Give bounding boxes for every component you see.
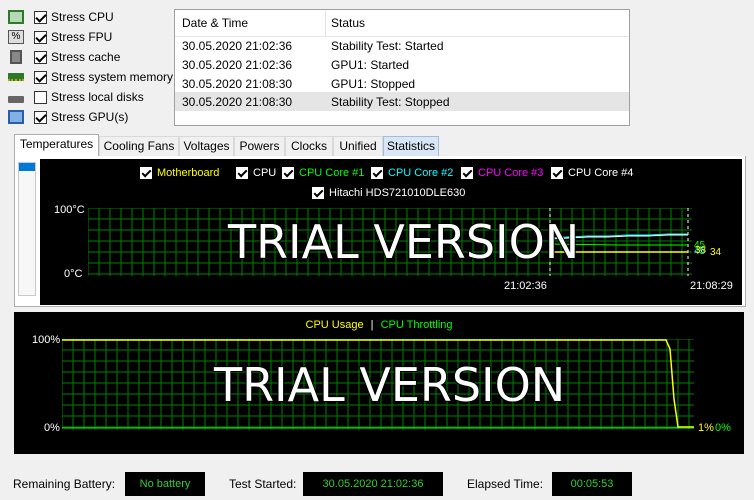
legend-cpu-core-3[interactable]: CPU Core #3 <box>461 167 543 179</box>
cpu-usage-graph: CPU Usage | CPU Throttling 100% 0% TRIAL… <box>14 312 744 454</box>
tab-temperatures[interactable]: Temperatures <box>14 134 99 157</box>
reading-motherboard: 38 <box>695 245 707 256</box>
legend-cpu-core-4[interactable]: CPU Core #4 <box>551 167 633 179</box>
row-status: GPU1: Stopped <box>331 77 416 91</box>
stress-cpu-checkbox[interactable] <box>34 10 47 24</box>
stress-fpu-checkbox[interactable] <box>34 30 47 44</box>
stress-gpu-label: Stress GPU(s) <box>51 110 129 124</box>
x-axis-start-label: 21:02:36 <box>504 280 547 292</box>
legend-label: CPU Core #4 <box>568 167 634 179</box>
x-axis-end-label: 21:08:29 <box>690 280 733 292</box>
y-axis-bottom-label: 0°C <box>64 268 83 280</box>
trial-watermark: TRIAL VERSION <box>213 358 565 412</box>
row-datetime: 30.05.2020 21:02:36 <box>182 39 293 53</box>
test-started-label: Test Started: <box>229 477 297 491</box>
tab-statistics[interactable]: Statistics <box>383 136 439 156</box>
legend-label: Hitachi HDS721010DLE630 <box>329 187 466 199</box>
legend-cpu-core-1[interactable]: CPU Core #1 <box>282 167 364 179</box>
row-datetime: 30.05.2020 21:08:30 <box>182 77 293 91</box>
row-status: Stability Test: Stopped <box>331 95 450 109</box>
trial-watermark: TRIAL VERSION <box>227 215 579 269</box>
legend-separator: | <box>370 319 374 331</box>
cpu-usage-value: 1% <box>698 422 714 434</box>
table-row[interactable]: 30.05.2020 21:02:36 GPU1: Started <box>175 55 629 74</box>
legend-label: CPU Core #1 <box>299 167 365 179</box>
legend-cpu-usage[interactable]: CPU Usage <box>306 319 364 331</box>
stress-cache-option[interactable]: Stress cache <box>8 48 120 66</box>
stress-disks-checkbox[interactable] <box>34 90 47 104</box>
memory-icon <box>8 73 24 81</box>
stress-memory-option[interactable]: Stress system memory <box>8 68 173 86</box>
cpu-throttling-value: 0% <box>715 422 731 434</box>
legend-cpu-throttling[interactable]: CPU Throttling <box>381 319 453 331</box>
tab-powers[interactable]: Powers <box>234 136 285 156</box>
scrollbar-thumb[interactable] <box>19 163 35 171</box>
legend-hitachi-disk[interactable]: Hitachi HDS721010DLE630 <box>312 187 465 199</box>
tab-unified[interactable]: Unified <box>333 136 383 156</box>
legend-label: CPU <box>253 167 277 179</box>
cache-icon <box>10 50 22 64</box>
stress-cpu-option[interactable]: Stress CPU <box>8 8 114 26</box>
stress-disks-option[interactable]: Stress local disks <box>8 88 144 106</box>
tab-cooling-fans[interactable]: Cooling Fans <box>99 136 179 156</box>
temperature-graph: Motherboard CPU CPU Core #1 CPU Core #2 … <box>40 159 742 305</box>
test-started-value: 30.05.2020 21:02:36 <box>303 472 443 496</box>
table-header: Date & Time Status <box>175 10 629 37</box>
y-axis-top-label: 100°C <box>54 204 85 216</box>
stress-disks-label: Stress local disks <box>51 90 144 104</box>
row-status: GPU1: Started <box>331 58 410 72</box>
legend-checkbox[interactable] <box>461 167 473 179</box>
remaining-battery-label: Remaining Battery: <box>13 477 116 491</box>
tab-voltages[interactable]: Voltages <box>179 136 234 156</box>
disk-icon <box>8 96 24 103</box>
stress-cpu-label: Stress CPU <box>51 10 114 24</box>
stress-cache-label: Stress cache <box>51 50 121 64</box>
row-datetime: 30.05.2020 21:08:30 <box>182 95 293 109</box>
tab-clocks[interactable]: Clocks <box>285 136 333 156</box>
test-log-table[interactable]: Date & Time Status 30.05.2020 21:02:36 S… <box>174 9 630 126</box>
table-row-selected[interactable]: 30.05.2020 21:08:30 Stability Test: Stop… <box>175 92 629 111</box>
cpu-plot: TRIAL VERSION <box>62 339 694 429</box>
legend-cpu-core-2[interactable]: CPU Core #2 <box>371 167 453 179</box>
cpu-icon <box>8 10 24 24</box>
stress-memory-label: Stress system memory <box>51 70 174 84</box>
column-header-status[interactable]: Status <box>331 16 365 30</box>
table-row[interactable]: 30.05.2020 21:02:36 Stability Test: Star… <box>175 36 629 55</box>
sensor-list-scrollbar[interactable] <box>18 162 36 296</box>
table-row[interactable]: 30.05.2020 21:08:30 GPU1: Stopped <box>175 74 629 93</box>
legend-checkbox[interactable] <box>140 167 152 179</box>
legend-motherboard[interactable]: Motherboard <box>140 167 219 179</box>
legend-label: CPU Core #2 <box>388 167 454 179</box>
legend-cpu[interactable]: CPU <box>236 167 276 179</box>
column-header-datetime[interactable]: Date & Time <box>182 16 248 30</box>
legend-label: CPU Core #3 <box>478 167 544 179</box>
cpu-graph-legend: CPU Usage | CPU Throttling <box>14 319 744 331</box>
y-axis-top-label: 100% <box>32 334 61 346</box>
legend-label: Motherboard <box>157 167 220 179</box>
elapsed-time-label: Elapsed Time: <box>467 477 544 491</box>
row-status: Stability Test: Started <box>331 39 444 53</box>
legend-checkbox[interactable] <box>551 167 563 179</box>
gpu-icon <box>8 110 24 124</box>
elapsed-time-value: 00:05:53 <box>552 472 632 496</box>
column-divider[interactable] <box>325 10 326 36</box>
reading-disk: 34 <box>710 247 722 258</box>
stress-gpu-checkbox[interactable] <box>34 110 47 124</box>
temperature-plot: TRIAL VERSION <box>88 208 692 276</box>
stress-memory-checkbox[interactable] <box>34 70 47 84</box>
legend-checkbox[interactable] <box>312 187 324 199</box>
y-axis-bottom-label: 0% <box>44 422 60 434</box>
stress-fpu-label: Stress FPU <box>51 30 113 44</box>
stress-fpu-option[interactable]: % Stress FPU <box>8 28 112 46</box>
remaining-battery-value: No battery <box>125 472 205 496</box>
row-datetime: 30.05.2020 21:02:36 <box>182 58 293 72</box>
legend-checkbox[interactable] <box>282 167 294 179</box>
legend-checkbox[interactable] <box>371 167 383 179</box>
legend-checkbox[interactable] <box>236 167 248 179</box>
stress-gpu-option[interactable]: Stress GPU(s) <box>8 108 128 126</box>
stress-cache-checkbox[interactable] <box>34 50 47 64</box>
fpu-icon: % <box>8 30 24 44</box>
